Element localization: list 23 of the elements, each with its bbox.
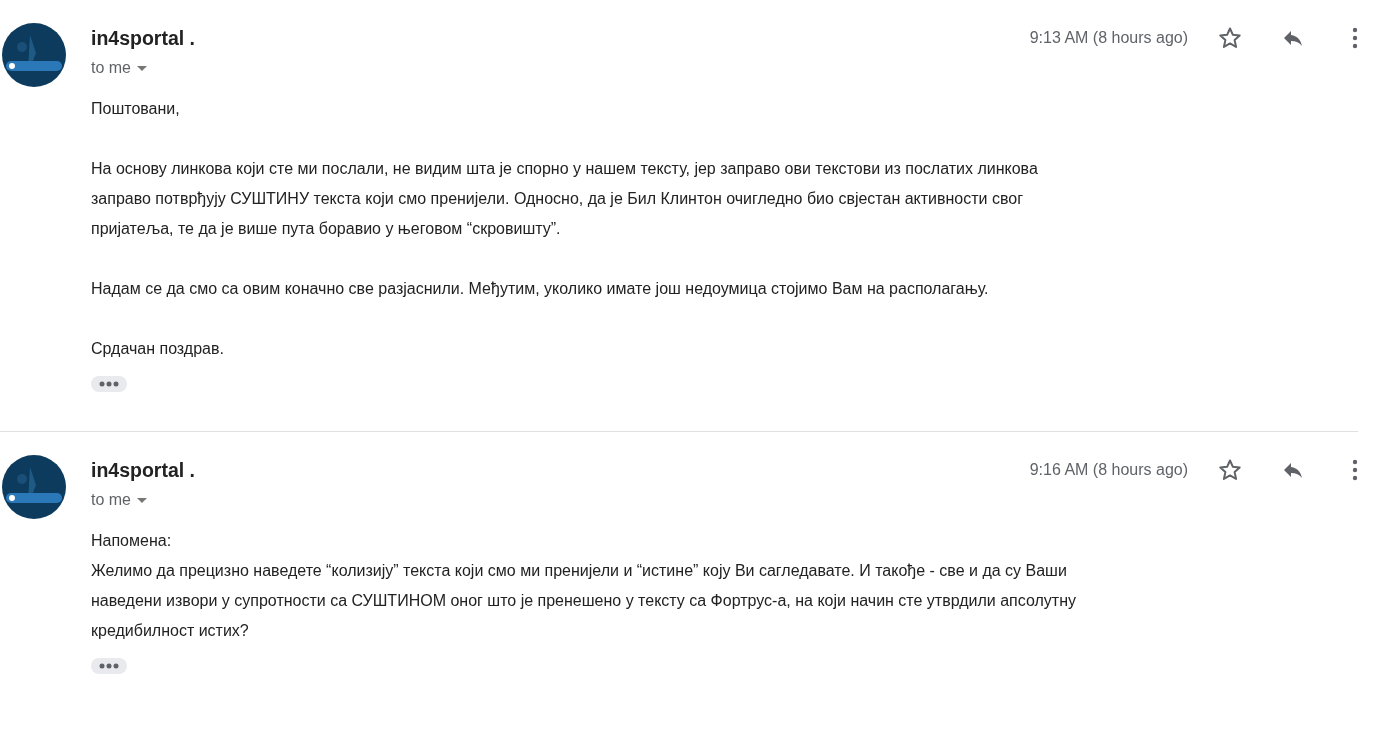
message-paragraph: Срдачан поздрав. bbox=[91, 339, 225, 359]
dropdown-icon[interactable] bbox=[137, 497, 147, 503]
timestamp: 9:16 AM (8 hours ago) bbox=[1029, 460, 1188, 480]
message-paragraph: Напомена: Желимо да прецизно наведете “колизију” текста који смо ми пренијели и “истине” коју Ви сагледавате. И такође - све и да су Ваши наведени извори у супротности са СУШТИНОМ оног што је пренешено у тексту са Фортрус-а, на који начин сте утврдили апсолутну кредибилност истих? bbox=[91, 531, 1077, 641]
message-paragraph: На основу линкова који сте ми послали, не видим шта је спорно у нашем тексту, јер заправо ови текстови из послатих линкова заправо потврђују СУШТИНУ текста који смо пренијели. Односно, да је Бил Клинтон очигледно био свјестан активности свог пријатеља, те да је више пута боравио у његовом “скровишту”. bbox=[91, 159, 1039, 239]
show-trimmed-button[interactable] bbox=[91, 658, 127, 674]
more-options-icon[interactable] bbox=[1352, 458, 1358, 482]
message-paragraph: Поштовани, bbox=[91, 99, 181, 119]
star-icon[interactable] bbox=[1218, 458, 1242, 482]
message-paragraph: Надам се да смо са овим коначно све разјаснили. Међутим, уколико имате још недоумица стојимо Вам на располагању. bbox=[91, 279, 990, 299]
avatar-icon bbox=[2, 455, 66, 519]
dropdown-icon[interactable] bbox=[137, 65, 147, 71]
more-options-icon[interactable] bbox=[1352, 26, 1358, 50]
avatar-icon bbox=[2, 23, 66, 87]
show-trimmed-button[interactable] bbox=[91, 376, 127, 392]
recipient-label: to me bbox=[91, 58, 131, 78]
recipient-label: to me bbox=[91, 490, 131, 510]
star-icon[interactable] bbox=[1218, 26, 1242, 50]
timestamp: 9:13 AM (8 hours ago) bbox=[1029, 28, 1188, 48]
ellipsis-icon bbox=[98, 663, 120, 669]
ellipsis-icon bbox=[98, 381, 120, 387]
sender-name: in4sportal . bbox=[91, 26, 196, 50]
sender-name: in4sportal . bbox=[91, 458, 196, 482]
